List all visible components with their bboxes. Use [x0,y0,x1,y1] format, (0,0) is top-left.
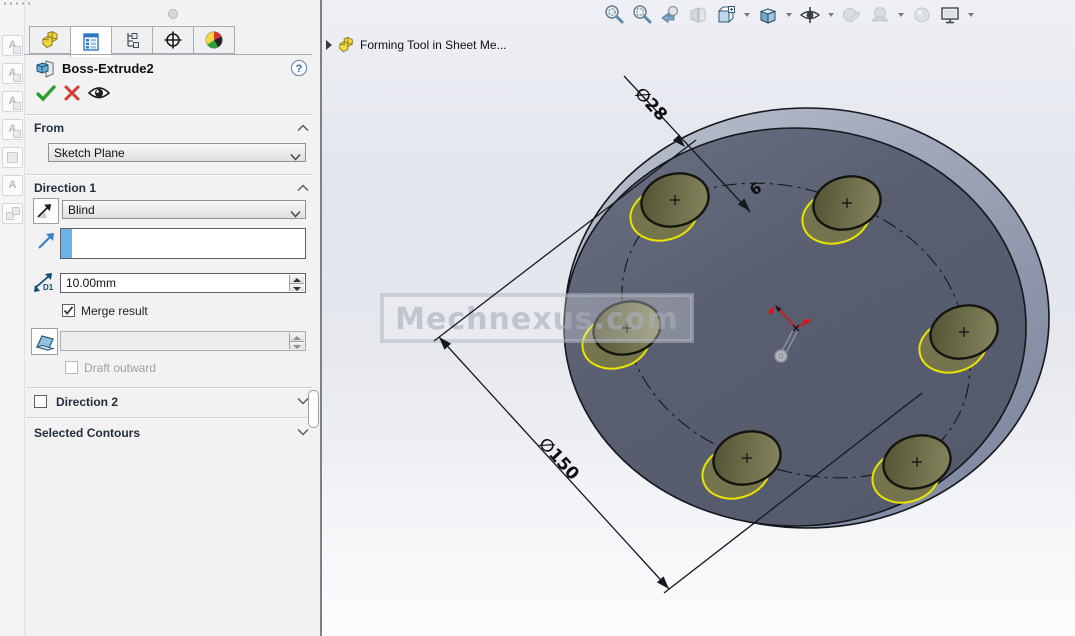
tab-propertymanager[interactable] [70,26,111,57]
direction2-group-label: Direction 2 [56,395,119,409]
spin-up-button [290,333,304,342]
draft-icon [34,334,55,351]
tab-featuremanager[interactable] [29,26,70,54]
divider [26,387,312,389]
merge-result-label: Merge result [81,304,148,318]
annotation-settings-icon[interactable]: A [2,119,23,140]
feature-title: Boss-Extrude2 [62,61,154,76]
detailed-preview-icon[interactable] [88,85,110,101]
cancel-button[interactable] [64,85,80,101]
section-view-icon[interactable] [686,3,710,27]
display-style-caret[interactable] [784,3,794,27]
view-orientation-icon[interactable] [714,3,738,27]
selected-contours-group-label: Selected Contours [34,426,141,440]
configuration-tree-icon [127,33,139,48]
direction2-checkbox[interactable] [34,395,47,408]
dimxpert-target-icon [164,31,182,49]
help-icon[interactable]: ? [290,59,308,77]
spin-down-button [290,341,304,349]
hide-show-items-caret[interactable] [826,3,836,27]
draft-spin-buttons [289,333,304,349]
start-condition-combo[interactable]: Sketch Plane [48,143,306,162]
spin-up-button[interactable] [290,275,304,284]
flyout-feature-tree: Forming Tool in Sheet Me... [326,36,507,54]
divider [26,417,312,419]
chain-link-icon[interactable] [2,203,23,224]
collapse-from-chevron[interactable] [297,124,309,132]
propertymanager-icon [83,33,99,51]
draft-outward-label: Draft outward [84,361,157,375]
draft-outward-checkbox [65,361,78,374]
clipboard-icon[interactable] [2,147,23,168]
divider [26,114,312,116]
expand-selected-contours-chevron[interactable] [297,428,309,436]
draft-button[interactable] [31,328,58,355]
depth-spinbox[interactable]: 10.00mm [60,273,306,293]
graphics-viewport[interactable]: Mechnexus.com ∅28 ∅150 6 Forming Tool in… [322,0,1075,636]
annotation-move-icon[interactable]: A [2,63,23,84]
svg-text:?: ? [296,63,303,75]
direction-arrow-icon [37,204,52,218]
direction1-group-label: Direction 1 [34,181,97,195]
from-group-label: From [34,121,64,135]
merge-result-checkbox[interactable] [62,304,75,317]
zoom-to-area-icon[interactable] [630,3,654,27]
panel-collapse-handle[interactable] [168,9,178,19]
collapse-direction1-chevron[interactable] [297,184,309,192]
edit-appearance-icon[interactable] [840,3,864,27]
zoom-to-fit-icon[interactable] [602,3,626,27]
direction-reference-selection-field[interactable] [60,228,306,259]
part-icon [40,30,60,50]
tab-dimxpertmanager[interactable] [152,26,193,54]
watermark: Mechnexus.com [380,293,694,343]
camera-views-icon[interactable] [938,3,962,27]
flyout-part-name[interactable]: Forming Tool in Sheet Me... [360,38,507,52]
tab-bar-underline [24,54,312,55]
solidworks-window: A A A A A Boss-Extrude2 ? From Sketch Pl… [0,0,1075,636]
display-colorwheel-icon [205,31,223,49]
apply-scene-icon[interactable] [868,3,892,27]
end-condition-combo[interactable]: Blind [62,200,306,219]
active-selection-strip [61,229,72,258]
ok-button[interactable] [36,84,56,102]
annotation-toolbar: A A A A A [0,0,25,636]
spin-down-button[interactable] [290,283,304,291]
hide-show-items-icon[interactable] [798,3,822,27]
boss-extrude-icon [34,58,56,80]
draft-angle-spinbox [60,331,306,351]
tab-configurationmanager[interactable] [111,26,152,54]
view-orientation-caret[interactable] [742,3,752,27]
model-scene: Mechnexus.com ∅28 ∅150 6 [380,75,1050,594]
framed-annotation-icon[interactable]: A [2,175,23,196]
heads-up-toolbar [602,3,976,27]
display-style-icon[interactable] [756,3,780,27]
apply-scene-caret[interactable] [896,3,906,27]
camera-views-caret[interactable] [966,3,976,27]
view-settings-icon[interactable] [910,3,934,27]
depth-spin-buttons [289,275,304,291]
part-icon [337,36,355,54]
previous-view-icon[interactable] [658,3,682,27]
divider [26,174,312,176]
depth-icon: D1 [31,272,57,294]
panel-drag-handle[interactable] [2,1,32,6]
svg-text:Mechnexus.com: Mechnexus.com [395,302,679,337]
tab-displaymanager[interactable] [193,26,235,54]
direction-reference-icon [38,233,54,249]
panel-tab-bar [29,26,235,57]
panel-scrollbar-thumb[interactable] [308,390,319,428]
bolt-circle-dimension[interactable]: ∅150 [534,434,583,485]
property-manager-panel: A A A A A Boss-Extrude2 ? From Sketch Pl… [0,0,320,636]
annotation-add-icon[interactable]: A [2,91,23,112]
reverse-direction-button[interactable] [33,198,59,224]
flyout-expand-arrow[interactable] [326,40,332,50]
annotation-edit-icon[interactable]: A [2,35,23,56]
